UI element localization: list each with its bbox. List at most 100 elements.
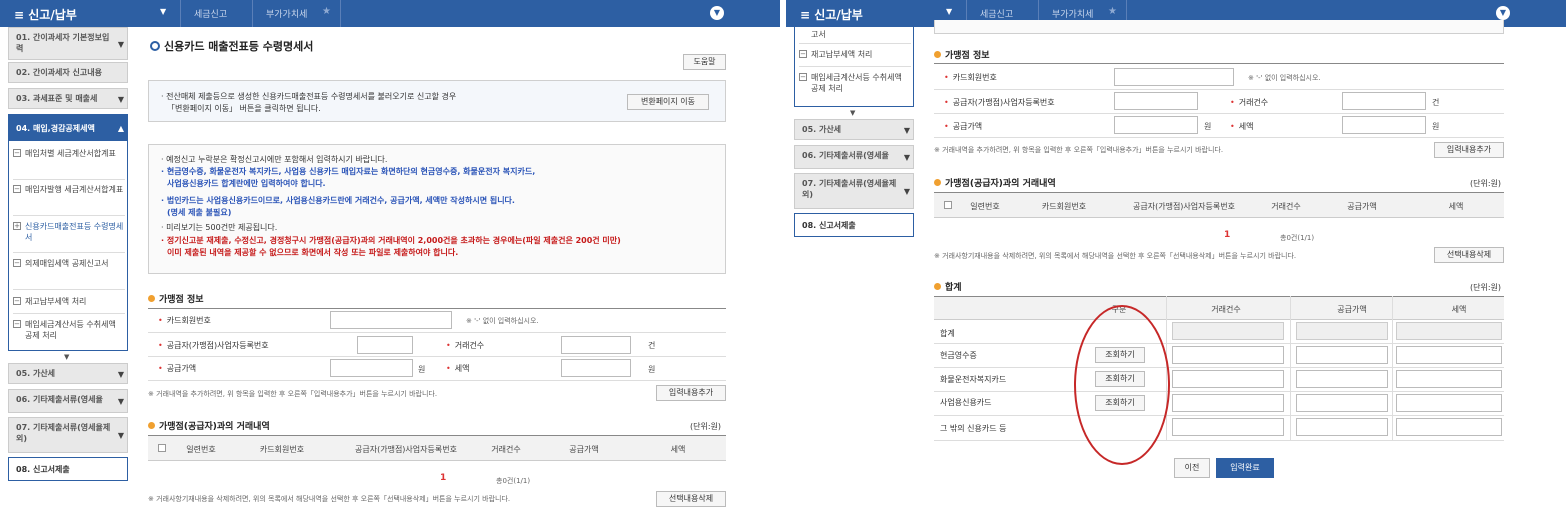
section-bullet-icon	[934, 179, 941, 186]
summary-tax-input[interactable]	[1396, 418, 1502, 436]
tax-input[interactable]	[561, 359, 631, 377]
divider	[13, 252, 125, 253]
summary-tax-input[interactable]	[1396, 394, 1502, 412]
sidebar-subitem[interactable]: − 의제매입세액 공제신고서	[13, 258, 125, 269]
summary-total-count	[1172, 322, 1284, 340]
bizno-input[interactable]	[1114, 92, 1198, 110]
notice-box-bottom	[934, 20, 1504, 34]
supply-amount-input[interactable]	[330, 359, 413, 377]
summary-supply-input[interactable]	[1296, 346, 1388, 364]
sidebar-subitem[interactable]: − 매입처별 세금계산서합계표	[13, 148, 125, 159]
sidebar-step-07[interactable]: 07. 기타제출서류(영세율제외) ▼	[8, 417, 128, 453]
summary-total-supply	[1296, 322, 1388, 340]
sidebar-subitem[interactable]: − 재고납부세액 처리	[13, 296, 125, 307]
bizno-input[interactable]	[357, 336, 413, 354]
add-entry-button[interactable]: 입력내용추가	[656, 385, 726, 401]
sidebar: 고서 − 재고납부세액 처리 − 매입세금계산서등 수취세액 공제 처리 ▼ 05.…	[794, 27, 914, 247]
notice-box: · 예정신고 누락분은 확정신고시에만 포함해서 입력하시기 바랍니다. · 현…	[148, 144, 726, 274]
summary-count-input[interactable]	[1172, 370, 1284, 388]
chevron-down-icon[interactable]: ▼	[160, 7, 166, 16]
star-icon[interactable]: ★	[322, 6, 331, 17]
total-count: 총0건(1/1)	[496, 477, 531, 485]
sidebar-subitem[interactable]: − 매입자발행 세금계산서합계표	[13, 184, 125, 195]
circle-chevron-icon[interactable]: ▼	[1496, 6, 1510, 20]
count-input[interactable]	[561, 336, 631, 354]
sidebar-step-08[interactable]: 08. 신고서제출	[794, 213, 914, 237]
delete-selected-button[interactable]: 선택내용삭제	[656, 491, 726, 507]
supply-amount-label: • 공급가액	[944, 122, 983, 131]
count-input[interactable]	[1342, 92, 1426, 110]
summary-tax-input[interactable]	[1396, 346, 1502, 364]
sidebar-subitem[interactable]: − 매입세금계산서등 수취세액 공제 처리	[13, 319, 125, 341]
chevron-down-icon[interactable]: ▼	[946, 7, 952, 16]
column-header: 세액	[1451, 305, 1467, 314]
breadcrumb-tax-filing[interactable]: 세금신고	[194, 7, 227, 20]
summary-tax-input[interactable]	[1396, 370, 1502, 388]
page-number[interactable]: 1	[1224, 230, 1230, 240]
unit-label: (단위:원)	[690, 422, 722, 431]
sidebar-step-05[interactable]: 05. 가산세 ▼	[8, 363, 128, 384]
select-all-checkbox[interactable]	[944, 201, 952, 209]
divider	[1290, 296, 1291, 440]
summary-count-input[interactable]	[1172, 394, 1284, 412]
tax-input[interactable]	[1342, 116, 1426, 134]
notice-line: 사업용신용카드 합계란에만 입력하여야 합니다.	[167, 179, 326, 188]
sidebar-step-04[interactable]: 04. 매입,경감공제세액 ▲	[8, 114, 128, 141]
complete-button[interactable]: 입력완료	[1216, 458, 1274, 478]
sidebar-subitem[interactable]: − 매입세금계산서등 수취세액 공제 처리	[799, 72, 911, 94]
select-all-checkbox[interactable]	[158, 444, 166, 452]
sidebar-subitem[interactable]: − 재고납부세액 처리	[799, 49, 911, 60]
prev-button[interactable]: 이전	[1174, 458, 1210, 478]
notice-line: 이미 제출된 내역을 제공할 수 없으므로 화면에서 작성 또는 파일로 제출하…	[167, 248, 459, 257]
card-number-input[interactable]	[1114, 68, 1234, 86]
sidebar-step-01[interactable]: 01. 간이과세자 기본정보입력 ▼	[8, 27, 128, 60]
header-title: 신고/납부	[814, 8, 863, 22]
summary-count-input[interactable]	[1172, 418, 1284, 436]
summary-supply-input[interactable]	[1296, 418, 1388, 436]
column-header: 거래건수	[1211, 305, 1241, 314]
collapse-box-icon: −	[13, 259, 21, 267]
sidebar-step-05[interactable]: 05. 가산세 ▼	[794, 119, 914, 140]
menu-title[interactable]: ≡ 신고/납부	[800, 6, 863, 23]
supply-amount-input[interactable]	[1114, 116, 1198, 134]
notice-line: (명세 제출 불필요)	[167, 208, 232, 217]
section-bullet-icon	[148, 422, 155, 429]
add-entry-button[interactable]: 입력내용추가	[1434, 142, 1504, 158]
summary-supply-input[interactable]	[1296, 394, 1388, 412]
notice-line: · 미리보기는 500건만 제공됩니다.	[161, 223, 278, 232]
summary-count-input[interactable]	[1172, 346, 1284, 364]
breadcrumb-vat[interactable]: 부가가치세	[266, 7, 307, 20]
card-number-label: • 카드회원번호	[158, 316, 211, 325]
help-button[interactable]: 도움말	[683, 54, 726, 70]
sidebar-subitem-selected[interactable]: + 신용카드매출전표등 수령명세서	[13, 221, 125, 243]
column-header: 일련번호	[186, 445, 216, 454]
divider	[799, 43, 911, 44]
sidebar-step-03[interactable]: 03. 과세표준 및 매출세 ▼	[8, 88, 128, 109]
sidebar-step-02[interactable]: 02. 간이과세자 신고내용	[8, 62, 128, 83]
divider	[1392, 296, 1393, 440]
sidebar-step-07[interactable]: 07. 기타제출서류(영세율제외) ▼	[794, 173, 914, 209]
down-arrow-icon: ▼	[850, 109, 856, 117]
sidebar-step-06[interactable]: 06. 기타제출서류(영세율 ▼	[8, 389, 128, 413]
divider	[148, 308, 726, 309]
page-title: 신용카드 매출전표등 수령명세서	[150, 38, 313, 54]
page-number[interactable]: 1	[440, 473, 446, 483]
column-header: 공급가액	[1337, 305, 1367, 314]
sidebar-step-06[interactable]: 06. 기타제출서류(영세율 ▼	[794, 145, 914, 169]
menu-title[interactable]: ≡ 신고/납부	[14, 6, 77, 23]
sidebar-step-08[interactable]: 08. 신고서제출	[8, 457, 128, 481]
breadcrumb-tax-filing[interactable]: 세금신고	[980, 7, 1013, 20]
supply-suffix: 원	[418, 365, 426, 374]
convert-page-button[interactable]: 변환페이지 이동	[627, 94, 709, 110]
card-number-note: ※ '-' 없이 입력하십시오.	[466, 317, 539, 325]
divider	[13, 289, 125, 290]
delete-selected-button[interactable]: 선택내용삭제	[1434, 247, 1504, 263]
column-header: 카드회원번호	[1041, 202, 1087, 211]
sidebar-subitem-tail[interactable]: 고서	[799, 29, 911, 40]
star-icon[interactable]: ★	[1108, 6, 1117, 17]
chevron-down-icon: ▼	[903, 187, 910, 196]
card-number-input[interactable]	[330, 311, 452, 329]
circle-chevron-icon[interactable]: ▼	[710, 6, 724, 20]
breadcrumb-vat[interactable]: 부가가치세	[1052, 7, 1093, 20]
summary-supply-input[interactable]	[1296, 370, 1388, 388]
